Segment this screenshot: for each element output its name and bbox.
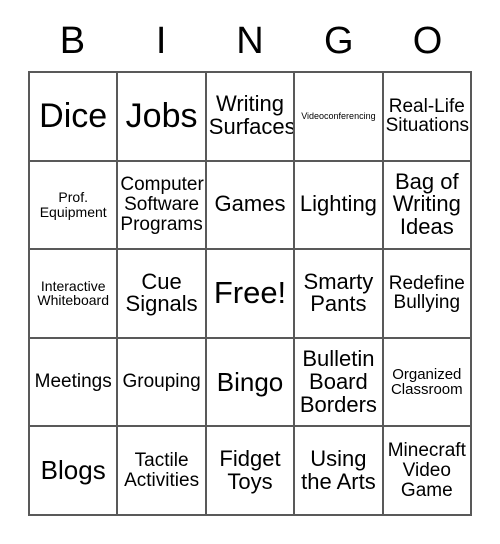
bingo-square-label: Jobs — [125, 96, 198, 135]
header-letter-o: O — [412, 20, 443, 62]
bingo-square[interactable]: Fidget Toys — [206, 427, 296, 516]
bingo-square[interactable]: Lighting — [295, 161, 384, 251]
bingo-square-label: Smarty Pants — [303, 268, 374, 317]
bingo-square-label: Blogs — [40, 455, 106, 486]
bingo-square[interactable]: Tactile Activities — [118, 427, 207, 516]
bingo-square-label: Lighting — [299, 191, 377, 217]
bingo-square[interactable]: Games — [206, 161, 296, 251]
bingo-square[interactable]: Using the Arts — [295, 427, 384, 516]
bingo-square[interactable]: Minecraft Video Game — [383, 427, 472, 516]
bingo-header: B I N G O — [28, 16, 472, 66]
bingo-square[interactable]: Videoconferencing — [295, 73, 384, 162]
bingo-square[interactable]: Blogs — [30, 427, 119, 516]
bingo-square[interactable]: Dice — [30, 73, 119, 162]
bingo-square[interactable]: Organized Classroom — [383, 338, 472, 428]
bingo-square[interactable]: Computer Software Programs — [118, 161, 207, 251]
bingo-square-label: Bulletin Board Borders — [299, 345, 377, 417]
bingo-square-label: Prof. Equipment — [39, 189, 107, 220]
bingo-square[interactable]: Real-Life Situations — [383, 73, 472, 162]
bingo-square[interactable]: Bag of Writing Ideas — [383, 161, 472, 251]
bingo-square-label: Meetings — [34, 371, 112, 393]
header-letter-n: N — [236, 20, 264, 62]
bingo-square-label: Minecraft Video Game — [387, 440, 466, 501]
bingo-square[interactable]: Prof. Equipment — [30, 161, 119, 251]
bingo-square[interactable]: Free! — [206, 250, 296, 339]
header-letter-g: G — [324, 20, 354, 62]
header-letter-i: I — [155, 20, 167, 62]
bingo-grid: Dice Jobs Writing Surfaces Videoconferencin… — [28, 71, 472, 516]
bingo-square-label: Free! — [213, 275, 287, 311]
bingo-square-label: Organized Classroom — [390, 365, 463, 399]
bingo-square-label: Redefine Bullying — [388, 272, 465, 314]
bingo-square[interactable]: Grouping — [118, 338, 207, 428]
header-letter-b: B — [59, 20, 86, 62]
bingo-square-label: Writing Surfaces — [208, 91, 296, 140]
bingo-square[interactable]: Jobs — [118, 73, 207, 162]
bingo-square-label: Tactile Activities — [124, 449, 200, 491]
bingo-square-label: Using the Arts — [301, 445, 376, 494]
bingo-card: B I N G O Dice Jobs Writing Surfaces Videoc… — [0, 0, 500, 544]
bingo-square[interactable]: Bulletin Board Borders — [295, 338, 384, 428]
bingo-square-label: Bingo — [216, 366, 284, 397]
bingo-square-label: Grouping — [122, 371, 201, 393]
bingo-square[interactable]: Bingo — [206, 338, 296, 428]
bingo-square[interactable]: Smarty Pants — [295, 250, 384, 339]
bingo-square-label: Real-Life Situations — [385, 95, 470, 137]
bingo-square-label: Cue Signals — [125, 268, 198, 317]
bingo-square[interactable]: Cue Signals — [118, 250, 207, 339]
bingo-square[interactable]: Meetings — [30, 338, 119, 428]
bingo-square[interactable]: Writing Surfaces — [206, 73, 296, 162]
bingo-square-label: Videoconferencing — [301, 110, 376, 121]
bingo-square-label: Dice — [39, 96, 108, 135]
bingo-square-label: Games — [214, 191, 286, 217]
bingo-square[interactable]: Redefine Bullying — [383, 250, 472, 339]
bingo-square-label: Bag of Writing Ideas — [392, 168, 461, 240]
bingo-square[interactable]: Interactive Whiteboard — [30, 250, 119, 339]
bingo-square-label: Fidget Toys — [219, 445, 281, 494]
bingo-square-label: Computer Software Programs — [120, 174, 204, 235]
bingo-square-label: Interactive Whiteboard — [37, 277, 109, 309]
